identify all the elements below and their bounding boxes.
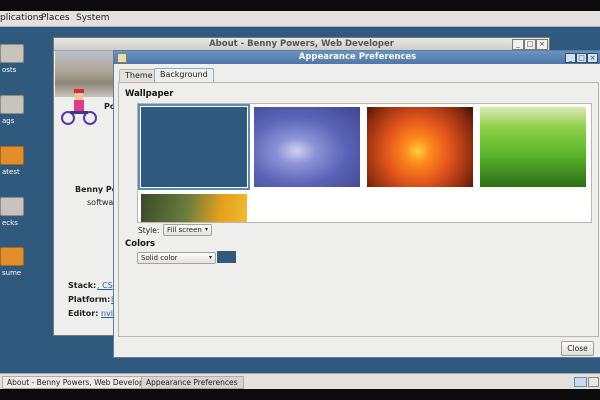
appearance-window-titlebar[interactable]: Appearance Preferences _ □ ×	[114, 51, 600, 64]
stack-label: Stack:	[68, 281, 97, 290]
folder-icon	[0, 95, 24, 114]
desktop-icon-posts[interactable]: osts	[0, 44, 42, 84]
desktop-icon-label: ags	[2, 117, 15, 125]
presentation-icon	[0, 197, 24, 216]
style-label: Style:	[138, 226, 160, 235]
about-window-title: About - Benny Powers, Web Developer	[209, 39, 394, 49]
editor-link[interactable]: nvi	[101, 309, 113, 318]
menu-places[interactable]: Places	[41, 13, 70, 23]
wallpaper-thumb-blue-swirl[interactable]	[254, 107, 360, 187]
background-tab-panel: Wallpaper Style: Fill screen ▾ Colors So…	[118, 82, 599, 337]
colors-heading: Colors	[125, 239, 156, 249]
home-folder-icon	[0, 44, 24, 63]
style-dropdown[interactable]: Fill screen ▾	[163, 224, 212, 236]
menu-applications[interactable]: plications	[0, 13, 43, 23]
close-window-button[interactable]: ×	[587, 53, 598, 63]
wallpaper-thumb-yellow-flower[interactable]	[141, 194, 247, 222]
wallpaper-thumb-orange-flower[interactable]	[367, 107, 473, 187]
desktop-icon-label: sume	[2, 269, 22, 277]
color-mode-value: Solid color	[141, 254, 178, 262]
workspace-switcher-icon[interactable]	[574, 377, 587, 387]
desktop-icon-decks[interactable]: ecks	[0, 197, 42, 237]
chevron-down-icon: ▾	[208, 254, 212, 261]
color-mode-dropdown[interactable]: Solid color ▾	[137, 252, 216, 264]
desktop-icon-label: osts	[2, 66, 17, 74]
menu-system[interactable]: System	[76, 13, 110, 23]
bottom-taskbar: About - Benny Powers, Web Developer Appe…	[0, 373, 600, 389]
profile-author: Benny Po	[75, 185, 118, 194]
top-panel-menubar: plications Places System	[0, 11, 600, 27]
top-edge-bar	[0, 0, 600, 11]
stack-link[interactable]: , CS	[97, 281, 113, 290]
tab-theme[interactable]: Theme	[119, 69, 159, 82]
style-dropdown-value: Fill screen	[167, 226, 202, 234]
platform-label: Platform:	[68, 295, 111, 304]
maximize-button[interactable]: □	[576, 53, 587, 63]
appearance-preferences-window: Appearance Preferences _ □ × Theme Backg…	[113, 50, 600, 358]
close-window-button[interactable]: ×	[536, 39, 548, 50]
document-icon	[0, 247, 24, 266]
cyclist-avatar-icon	[61, 89, 97, 125]
desktop-icon-latest[interactable]: atest	[0, 146, 42, 186]
minimize-button[interactable]: _	[512, 39, 524, 50]
bottom-edge-bar	[0, 389, 600, 400]
desktop-icon-tags[interactable]: ags	[0, 95, 42, 135]
taskbar-item-about[interactable]: About - Benny Powers, Web Developer	[2, 376, 151, 389]
wallpaper-grid	[137, 103, 592, 223]
task-label: About - Benny Powers, Web Developer	[7, 378, 152, 387]
search-folder-icon	[0, 146, 24, 165]
desktop-icon-label: ecks	[2, 219, 18, 227]
task-label: Appearance Preferences	[146, 378, 238, 387]
minimize-button[interactable]: _	[565, 53, 576, 63]
wallpaper-thumb-solid-blue[interactable]	[138, 104, 250, 190]
wallpaper-heading: Wallpaper	[125, 89, 174, 99]
close-button[interactable]: Close	[561, 341, 594, 356]
profile-role: softwa	[87, 198, 114, 207]
tab-background[interactable]: Background	[154, 68, 214, 83]
color-swatch-button[interactable]	[217, 251, 236, 263]
workspace-switcher-icon[interactable]	[588, 377, 599, 387]
chevron-down-icon: ▾	[204, 226, 208, 233]
editor-label: Editor:	[68, 309, 99, 318]
desktop-icon-label: atest	[2, 168, 20, 176]
wallpaper-thumb-green-grass[interactable]	[480, 107, 586, 187]
appearance-window-title: Appearance Preferences	[298, 52, 417, 62]
desktop-icon-resume[interactable]: sume	[0, 247, 42, 287]
maximize-button[interactable]: □	[524, 39, 536, 50]
taskbar-item-appearance[interactable]: Appearance Preferences	[141, 376, 244, 389]
